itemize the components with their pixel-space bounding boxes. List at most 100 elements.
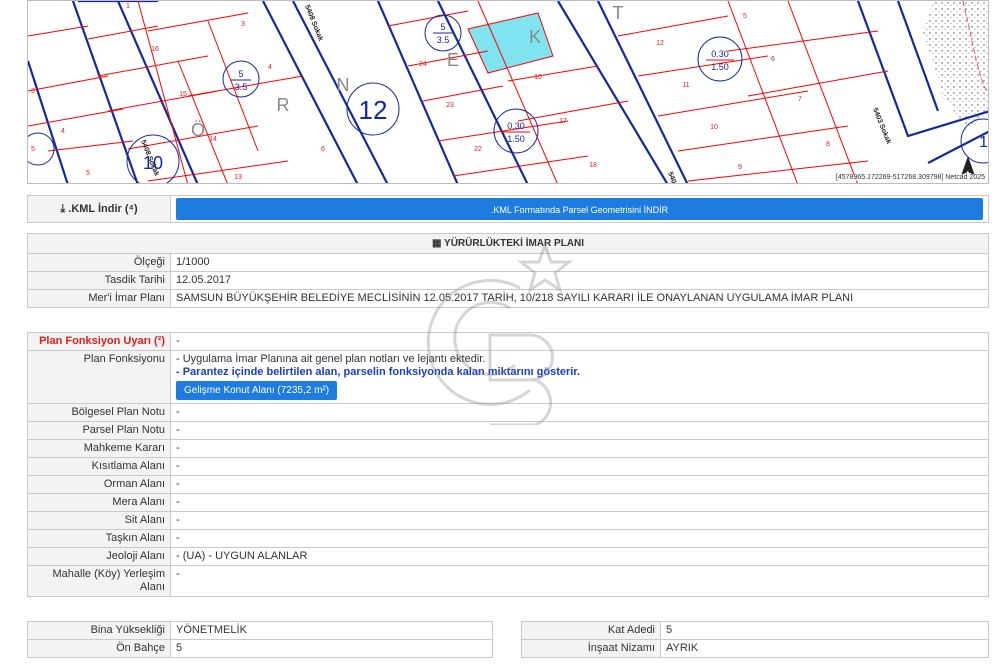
table-icon: ▦: [431, 238, 442, 249]
parcel-number: 16: [534, 74, 542, 81]
kisitlama-label: Kısıtlama Alanı: [27, 457, 171, 476]
kml-label: .KML İndir (⁴): [68, 202, 138, 215]
imar-plan-title-cell: ▦ YÜRÜRLÜKTEKİ İMAR PLANI: [27, 233, 989, 254]
parcel-number: 5: [743, 13, 747, 20]
parcel-number: 9: [738, 164, 742, 171]
parcel-number: 8: [826, 141, 830, 148]
mahkeme-label: Mahkeme Kararı: [27, 439, 171, 458]
meri-plan-value: SAMSUN BÜYÜKŞEHİR BELEDİYE MECLİSİNİN 12…: [170, 289, 989, 308]
mahkeme-value: -: [170, 439, 989, 458]
orman-label: Orman Alanı: [27, 475, 171, 494]
sit-value: -: [170, 511, 989, 530]
north-arrow-icon: N: [961, 156, 975, 176]
olcek-value: 1/1000: [170, 253, 989, 272]
parcel-number: 1: [126, 3, 130, 10]
density-top: 0.30: [711, 49, 729, 59]
parcel-number: 7: [798, 96, 802, 103]
mahalle-value: -: [170, 565, 989, 597]
meri-plan-label: Mer'i İmar Planı: [27, 289, 171, 308]
density-bottom: 3.5: [437, 35, 450, 45]
density-top: 0.30: [507, 121, 525, 131]
parcel-number: 4: [61, 128, 65, 135]
block-letter: R: [277, 95, 290, 115]
plan-uyari-label: Plan Fonksiyon Uyarı (²): [27, 332, 171, 351]
plan-fonksiyon-value: - Uygulama İmar Planına ait genel plan n…: [170, 350, 989, 404]
density-bottom: 3.5: [235, 82, 248, 92]
on-bahce-value: 5: [170, 639, 493, 658]
parcel-number: 10: [710, 124, 718, 131]
taskin-label: Taşkın Alanı: [27, 529, 171, 548]
bolgesel-value: -: [170, 403, 989, 422]
parsel-not-label: Parsel Plan Notu: [27, 421, 171, 440]
parcel-number: 22: [474, 146, 482, 153]
sit-label: Sit Alanı: [27, 511, 171, 530]
orman-value: -: [170, 475, 989, 494]
mera-label: Mera Alanı: [27, 493, 171, 512]
parcel-number: 12: [656, 40, 664, 47]
parcel-number: 18: [589, 162, 597, 169]
jeoloji-value: - (UA) - UYGUN ALANLAR: [170, 547, 989, 566]
imar-plan-title: YÜRÜRLÜKTEKİ İMAR PLANI: [444, 238, 585, 249]
street-label: 5408 Sokak: [303, 4, 324, 42]
density-top: 5: [238, 69, 243, 79]
block-letter: K: [529, 27, 541, 47]
parcel-number: 11: [682, 82, 689, 89]
parcel-number: 5: [31, 146, 35, 153]
plan-fonksiyon-label: Plan Fonksiyonu: [27, 350, 171, 404]
parcel-number: 24: [419, 61, 427, 68]
jeoloji-label: Jeoloji Alanı: [27, 547, 171, 566]
parcel-number: 3: [241, 21, 245, 28]
tasdik-value: 12.05.2017: [170, 271, 989, 290]
download-icon: ⤓: [60, 202, 66, 215]
map-canvas[interactable]: 5 3.5 5 3.5 0.30 1.50 0.30 1.50 12 10 10…: [28, 1, 989, 184]
parcel-map[interactable]: 5 3.5 5 3.5 0.30 1.50 0.30 1.50 12 10 10…: [27, 0, 989, 184]
density-top: 5: [440, 22, 445, 32]
imar-plan-table: ▦ YÜRÜRLÜKTEKİ İMAR PLANI Ölçeği 1/1000 …: [27, 233, 989, 308]
density-bottom: 1.50: [507, 134, 525, 144]
parcel-number: 13: [234, 174, 242, 181]
plan-note-general: - Uygulama İmar Planına ait genel plan n…: [176, 353, 486, 365]
block-letter: N: [337, 75, 350, 95]
insaat-nizami-label: İnşaat Nizamı: [521, 639, 661, 658]
bina-yuksekligi-label: Bina Yüksekliği: [27, 621, 171, 640]
insaat-nizami-value: AYRIK: [660, 639, 989, 658]
kml-section: ⤓ .KML İndir (⁴) .KML Formatında Parsel …: [27, 195, 989, 223]
parcel-number: 17: [559, 118, 567, 125]
parcel-number: 6: [321, 146, 325, 153]
parcel-number: 6: [771, 56, 775, 63]
mahalle-label: Mahalle (Köy) Yerleşim Alanı: [27, 565, 171, 597]
kat-adedi-label: Kat Adedi: [521, 621, 661, 640]
olcek-label: Ölçeği: [27, 253, 171, 272]
parcel-number: 23: [446, 102, 454, 109]
density-circle: [697, 36, 743, 82]
block-letter: Ö: [191, 120, 205, 140]
parcel-number: 16: [151, 46, 159, 53]
block-number: 12: [359, 95, 388, 125]
bina-yuksekligi-value: YÖNETMELİK: [170, 621, 493, 640]
kat-table: Kat Adedi 5 İnşaat Nizamı AYRIK: [521, 621, 989, 658]
parcel-number: 4: [268, 64, 272, 71]
parcel-number: 5: [86, 170, 90, 177]
gelisme-konut-button[interactable]: Gelişme Konut Alanı (7235,2 m²): [176, 381, 338, 400]
map-coordinates: [4578965.172269-517268.309798] Netcad 20…: [835, 174, 985, 181]
kisitlama-value: -: [170, 457, 989, 476]
bina-table: Bina Yüksekliği YÖNETMELİK Ön Bahçe 5: [27, 621, 493, 658]
kml-download-button[interactable]: .KML Formatında Parsel Geometrisini İNDİ…: [176, 198, 983, 220]
street-label: 5403 Sokak: [871, 107, 892, 145]
parcel-number: 14: [209, 136, 217, 143]
parsel-not-value: -: [170, 421, 989, 440]
block-letter: E: [447, 50, 459, 70]
density-bottom: 1.50: [711, 62, 729, 72]
parcel-number: 15: [179, 91, 187, 98]
parcel-number: 3: [31, 88, 35, 95]
block-number: 10: [979, 134, 989, 151]
block-letter: T: [613, 3, 624, 23]
kat-adedi-value: 5: [660, 621, 989, 640]
bolgesel-label: Bölgesel Plan Notu: [27, 403, 171, 422]
mera-value: -: [170, 493, 989, 512]
on-bahce-label: Ön Bahçe: [27, 639, 171, 658]
plan-function-table: Plan Fonksiyon Uyarı (²) - Plan Fonksiyo…: [27, 332, 989, 597]
kml-label-cell: ⤓ .KML İndir (⁴): [27, 195, 171, 223]
plan-uyari-value: -: [170, 332, 989, 351]
taskin-value: -: [170, 529, 989, 548]
